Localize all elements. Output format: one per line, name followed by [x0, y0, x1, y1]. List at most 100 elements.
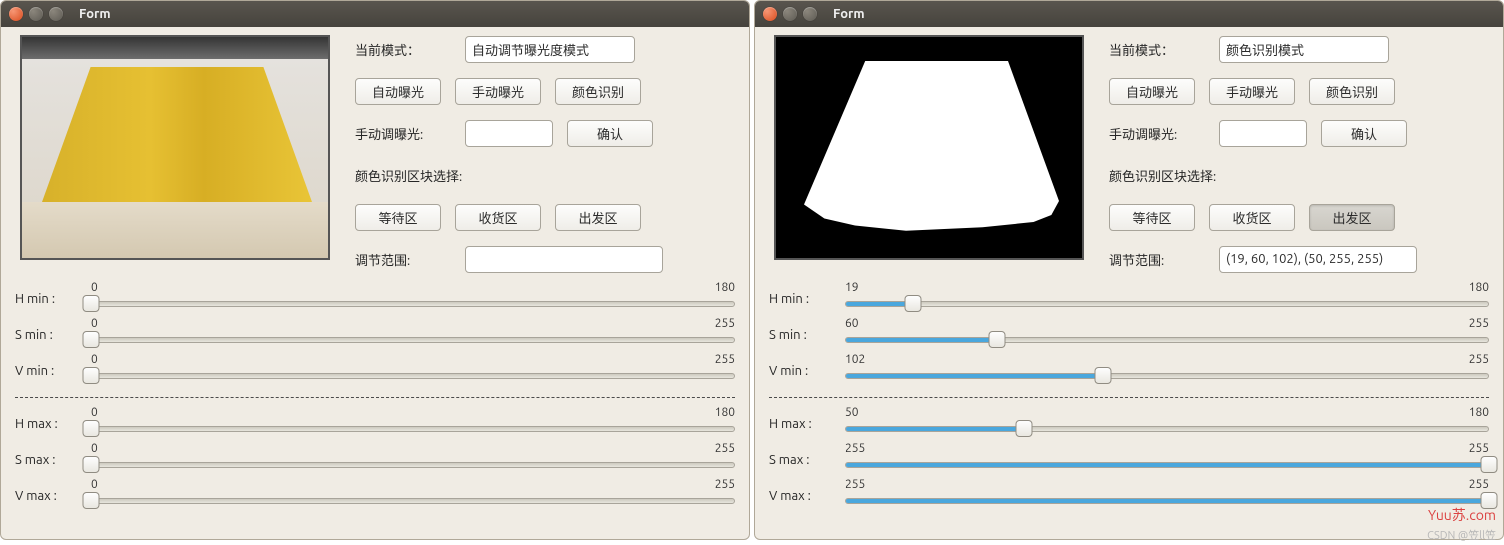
- slider-min-1: S min : 0 255: [15, 317, 735, 353]
- slider-track-area[interactable]: 0 255: [91, 478, 735, 514]
- slider-track-area[interactable]: 0 180: [91, 281, 735, 317]
- slider-thumb[interactable]: [1481, 456, 1498, 473]
- slider-thumb[interactable]: [83, 331, 100, 348]
- slider-max-1: S max : 255 255: [769, 442, 1489, 478]
- slider-track: [91, 337, 735, 343]
- waiting-area-button[interactable]: 等待区: [355, 204, 441, 231]
- slider-thumb[interactable]: [988, 331, 1005, 348]
- auto-exposure-button[interactable]: 自动曝光: [355, 78, 441, 105]
- slider-thumb[interactable]: [83, 456, 100, 473]
- area-select-label: 颜色识别区块选择:: [355, 166, 462, 185]
- slider-track-area[interactable]: 0 255: [91, 317, 735, 353]
- manual-exposure-label: 手动调曝光:: [1109, 124, 1205, 143]
- receiving-area-button[interactable]: 收货区: [1209, 204, 1295, 231]
- close-icon[interactable]: [9, 7, 23, 21]
- minimize-icon[interactable]: [29, 7, 43, 21]
- slider-track-area[interactable]: 19 180: [845, 281, 1489, 317]
- slider-min-value: 255: [845, 478, 865, 491]
- slider-thumb[interactable]: [1481, 492, 1498, 509]
- slider-max-value: 255: [715, 353, 735, 366]
- slider-min-1: S min : 60 255: [769, 317, 1489, 353]
- manual-exposure-button[interactable]: 手动曝光: [455, 78, 541, 105]
- close-icon[interactable]: [763, 7, 777, 21]
- confirm-button[interactable]: 确认: [567, 120, 653, 147]
- preview-image: [774, 35, 1084, 260]
- minimize-icon[interactable]: [783, 7, 797, 21]
- maximize-icon[interactable]: [49, 7, 63, 21]
- slider-min-2: V min : 102 255: [769, 353, 1489, 389]
- window-title: Form: [79, 7, 111, 21]
- slider-label: S max :: [15, 453, 91, 467]
- manual-exposure-input[interactable]: [465, 120, 553, 147]
- slider-max-value: 255: [1469, 353, 1489, 366]
- slider-thumb[interactable]: [83, 420, 100, 437]
- slider-track-area[interactable]: 0 180: [91, 406, 735, 442]
- form-window: Form 当前模式： 颜色识别模式 自动曝光 手动曝光: [754, 0, 1504, 540]
- divider: [15, 397, 735, 398]
- slider-track-area[interactable]: 255 255: [845, 478, 1489, 514]
- mode-value-field[interactable]: 颜色识别模式: [1219, 36, 1389, 63]
- slider-track-area[interactable]: 0 255: [91, 442, 735, 478]
- slider-min-value: 50: [845, 406, 859, 419]
- slider-max-0: H max : 50 180: [769, 406, 1489, 442]
- range-value-field[interactable]: [465, 246, 663, 273]
- manual-exposure-input[interactable]: [1219, 120, 1307, 147]
- slider-label: H max :: [15, 417, 91, 431]
- mode-label: 当前模式：: [1109, 40, 1205, 59]
- slider-label: V min :: [769, 364, 845, 378]
- slider-label: H min :: [15, 292, 91, 306]
- slider-min-value: 0: [91, 281, 98, 294]
- auto-exposure-button[interactable]: 自动曝光: [1109, 78, 1195, 105]
- mode-label: 当前模式：: [355, 40, 451, 59]
- slider-min-value: 0: [91, 353, 98, 366]
- slider-min-value: 102: [845, 353, 865, 366]
- slider-max-1: S max : 0 255: [15, 442, 735, 478]
- departure-area-button[interactable]: 出发区: [555, 204, 641, 231]
- titlebar: Form: [755, 1, 1503, 27]
- confirm-button[interactable]: 确认: [1321, 120, 1407, 147]
- slider-label: S min :: [15, 328, 91, 342]
- slider-min-value: 255: [845, 442, 865, 455]
- color-recognition-button[interactable]: 颜色识别: [555, 78, 641, 105]
- range-label: 调节范围:: [355, 250, 451, 269]
- slider-min-value: 0: [91, 478, 98, 491]
- slider-track: [91, 373, 735, 379]
- slider-thumb[interactable]: [83, 295, 100, 312]
- slider-track-area[interactable]: 255 255: [845, 442, 1489, 478]
- slider-max-0: H max : 0 180: [15, 406, 735, 442]
- slider-label: S min :: [769, 328, 845, 342]
- color-recognition-button[interactable]: 颜色识别: [1309, 78, 1395, 105]
- slider-label: V max :: [15, 489, 91, 503]
- slider-track-area[interactable]: 60 255: [845, 317, 1489, 353]
- range-label: 调节范围:: [1109, 250, 1205, 269]
- window-title: Form: [833, 7, 865, 21]
- slider-max-value: 180: [1469, 406, 1489, 419]
- slider-thumb[interactable]: [904, 295, 921, 312]
- slider-track-area[interactable]: 0 255: [91, 353, 735, 389]
- slider-label: H min :: [769, 292, 845, 306]
- slider-thumb[interactable]: [1094, 367, 1111, 384]
- manual-exposure-button[interactable]: 手动曝光: [1209, 78, 1295, 105]
- receiving-area-button[interactable]: 收货区: [455, 204, 541, 231]
- slider-track: [91, 462, 735, 468]
- slider-thumb[interactable]: [83, 492, 100, 509]
- slider-track: [845, 301, 1489, 307]
- slider-label: H max :: [769, 417, 845, 431]
- slider-thumb[interactable]: [1015, 420, 1032, 437]
- slider-max-value: 255: [1469, 442, 1489, 455]
- mode-value-field[interactable]: 自动调节曝光度模式: [465, 36, 635, 63]
- form-window: Form 当前模式： 自动调节曝光度模式 自动曝光 手动曝光: [0, 0, 750, 540]
- range-value-field[interactable]: (19, 60, 102), (50, 255, 255): [1219, 246, 1417, 273]
- slider-min-value: 0: [91, 317, 98, 330]
- slider-track-area[interactable]: 102 255: [845, 353, 1489, 389]
- slider-max-2: V max : 255 255: [769, 478, 1489, 514]
- departure-area-button[interactable]: 出发区: [1309, 204, 1395, 231]
- maximize-icon[interactable]: [803, 7, 817, 21]
- slider-track-area[interactable]: 50 180: [845, 406, 1489, 442]
- slider-max-2: V max : 0 255: [15, 478, 735, 514]
- waiting-area-button[interactable]: 等待区: [1109, 204, 1195, 231]
- slider-max-value: 255: [1469, 478, 1489, 491]
- slider-label: S max :: [769, 453, 845, 467]
- slider-max-value: 255: [715, 442, 735, 455]
- slider-thumb[interactable]: [83, 367, 100, 384]
